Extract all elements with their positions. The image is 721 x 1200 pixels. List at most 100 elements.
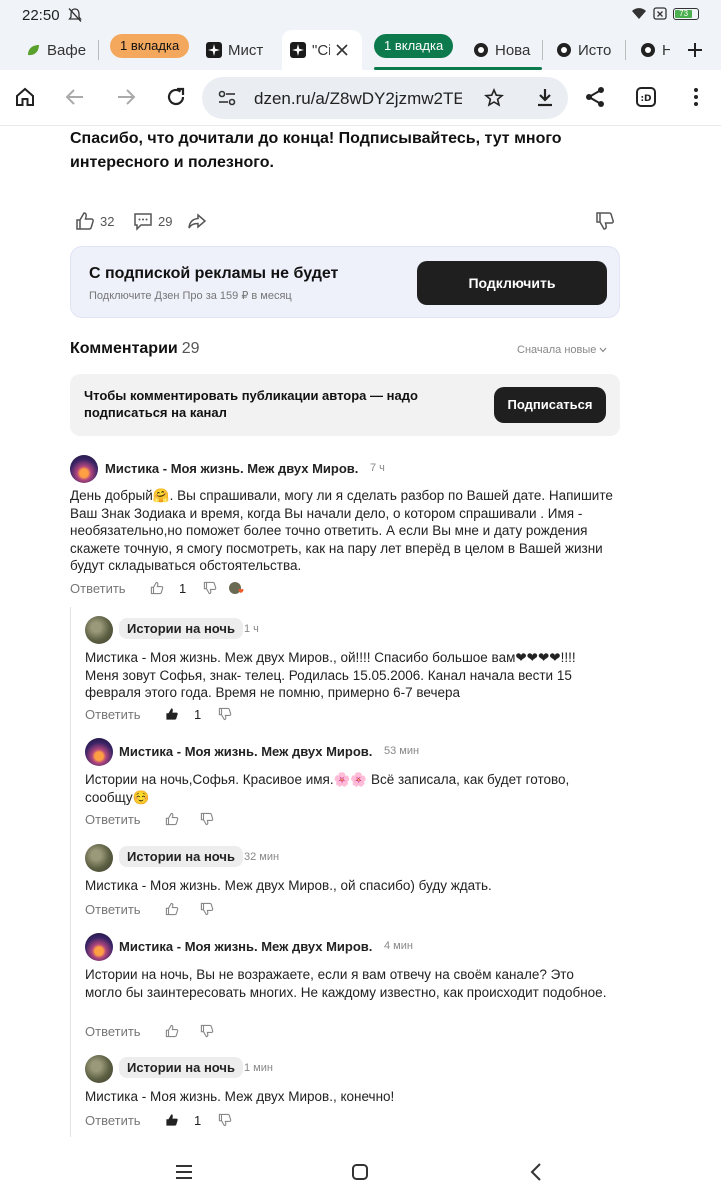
- thumbs-down-icon: [218, 707, 232, 721]
- tab-vafe[interactable]: Вафе: [25, 32, 87, 68]
- tab-last[interactable]: Н: [640, 32, 670, 68]
- tab-active[interactable]: "Сі: [290, 32, 356, 68]
- reply-button[interactable]: Ответить: [70, 581, 126, 596]
- dislike-button[interactable]: [200, 902, 214, 916]
- tab-label: Исто: [578, 41, 612, 59]
- sim-x-icon: [653, 7, 667, 20]
- reply-comment: Истории на ночь 1 мин Мистика - Моя жизн…: [85, 1055, 615, 1135]
- article-share-button[interactable]: [187, 211, 207, 231]
- thumbs-down-icon: [218, 1113, 232, 1127]
- url-text[interactable]: dzen.ru/a/Z8wDY2jzmw2TE: [254, 89, 462, 109]
- connect-button[interactable]: Подключить: [417, 261, 607, 305]
- reload-button[interactable]: [163, 84, 189, 110]
- subscribe-notice-text: Чтобы комментировать публикации автора —…: [84, 388, 418, 420]
- tab-group-chip[interactable]: 1 вкладка: [374, 34, 454, 58]
- reply-button[interactable]: Ответить: [85, 812, 141, 827]
- chevron-down-icon: [600, 347, 607, 353]
- article-like-button[interactable]: 32: [75, 211, 114, 231]
- comments-sort-dropdown[interactable]: Сначала новые: [517, 344, 607, 356]
- comment-author[interactable]: Истории на ночь: [119, 1057, 243, 1078]
- reply-button[interactable]: Ответить: [85, 1113, 141, 1128]
- comment-author[interactable]: Истории на ночь: [119, 846, 243, 867]
- like-count: 1: [194, 1113, 202, 1128]
- comment-author[interactable]: Мистика - Моя жизнь. Меж двух Миров.: [119, 744, 372, 759]
- comment-author[interactable]: Мистика - Моя жизнь. Меж двух Миров.: [119, 939, 372, 954]
- thumbs-up-filled-icon: [166, 708, 178, 720]
- home-button[interactable]: [12, 84, 38, 110]
- comment-time: 1 ч: [244, 623, 259, 635]
- like-button[interactable]: [165, 1113, 179, 1127]
- reply-button[interactable]: Ответить: [85, 902, 141, 917]
- tab-history[interactable]: Исто: [556, 32, 614, 68]
- comment-author[interactable]: Мистика - Моя жизнь. Меж двух Миров.: [105, 461, 358, 476]
- back-nav-icon[interactable]: [527, 1162, 547, 1182]
- bookmark-star-icon[interactable]: [484, 88, 504, 108]
- like-button[interactable]: [165, 902, 179, 916]
- comment-text: Мистика - Моя жизнь. Меж двух Миров., ко…: [85, 1089, 395, 1104]
- avatar[interactable]: [85, 1055, 113, 1083]
- tab-group-chip[interactable]: 1 вкладка: [110, 34, 190, 58]
- avatar[interactable]: [85, 738, 113, 766]
- tab-mist[interactable]: Мист: [206, 32, 268, 68]
- comment-text: Истории на ночь, Вы не возражаете, если …: [85, 967, 607, 1000]
- comment-time: 7 ч: [370, 462, 385, 474]
- comment-author[interactable]: Истории на ночь: [119, 618, 243, 639]
- home-icon: [16, 87, 34, 106]
- address-bar[interactable]: dzen.ru/a/Z8wDY2jzmw2TE: [202, 77, 568, 119]
- comment-actions: Ответить: [85, 812, 285, 830]
- thumbs-down-icon: [200, 902, 214, 916]
- chrome-icon: [641, 43, 655, 57]
- article-dislike-button[interactable]: [595, 211, 615, 231]
- dislike-button[interactable]: [200, 812, 214, 826]
- comment-time: 53 мин: [384, 745, 420, 757]
- tab-separator: [98, 40, 99, 60]
- dislike-button[interactable]: [218, 1113, 232, 1127]
- thumbs-up-filled-icon: [166, 1114, 178, 1126]
- status-icons: 73: [631, 7, 699, 20]
- chrome-icon: [474, 43, 488, 57]
- dislike-button[interactable]: [203, 581, 217, 595]
- dislike-button[interactable]: [218, 707, 232, 721]
- dislike-button[interactable]: [200, 1024, 214, 1038]
- subscribe-notice: Чтобы комментировать публикации автора —…: [70, 374, 620, 436]
- back-button[interactable]: [62, 84, 88, 110]
- avatar[interactable]: [85, 933, 113, 961]
- avatar[interactable]: [70, 455, 98, 483]
- comment-actions: Ответить 1: [85, 1113, 285, 1131]
- tab-label: Вафе: [47, 41, 87, 59]
- share-button[interactable]: [582, 84, 608, 110]
- like-button[interactable]: [165, 812, 179, 826]
- battery-level: 73: [675, 9, 693, 18]
- thumbs-down-icon: [200, 1024, 214, 1038]
- reply-button[interactable]: Ответить: [85, 707, 141, 722]
- comment-actions: Ответить 1: [70, 581, 310, 599]
- avatar[interactable]: [85, 616, 113, 644]
- tab-new[interactable]: Нова: [473, 32, 531, 68]
- subscribe-button[interactable]: Подписаться: [494, 387, 606, 423]
- like-button[interactable]: [165, 1024, 179, 1038]
- likes-count: 32: [100, 213, 115, 229]
- close-tab-icon[interactable]: [336, 44, 348, 56]
- thumbs-up-icon: [76, 212, 94, 230]
- menu-button[interactable]: [683, 84, 709, 110]
- avatar[interactable]: [85, 844, 113, 872]
- new-tab-icon[interactable]: [686, 41, 704, 59]
- download-icon[interactable]: [535, 87, 555, 107]
- comment-time: 1 мин: [244, 1062, 273, 1074]
- comments-count: 29: [158, 213, 173, 229]
- comment-time: 4 мин: [384, 940, 413, 952]
- tab-switcher-button[interactable]: :D: [633, 84, 659, 110]
- reply-button[interactable]: Ответить: [85, 1024, 141, 1039]
- like-button[interactable]: [165, 707, 179, 721]
- site-settings-icon[interactable]: [218, 90, 236, 106]
- like-count: 1: [179, 581, 187, 596]
- article-comments-button[interactable]: 29: [133, 211, 172, 231]
- home-nav-icon[interactable]: [350, 1162, 370, 1182]
- forward-button[interactable]: [113, 84, 139, 110]
- comment-text: День добрый🤗. Вы спрашивали, могу ли я с…: [70, 488, 613, 573]
- battery-icon: 73: [673, 7, 699, 20]
- like-button[interactable]: [150, 581, 164, 595]
- replies-thread-line: [70, 607, 71, 1137]
- comment-time: 32 мин: [244, 851, 280, 863]
- recent-apps-icon[interactable]: [174, 1162, 194, 1182]
